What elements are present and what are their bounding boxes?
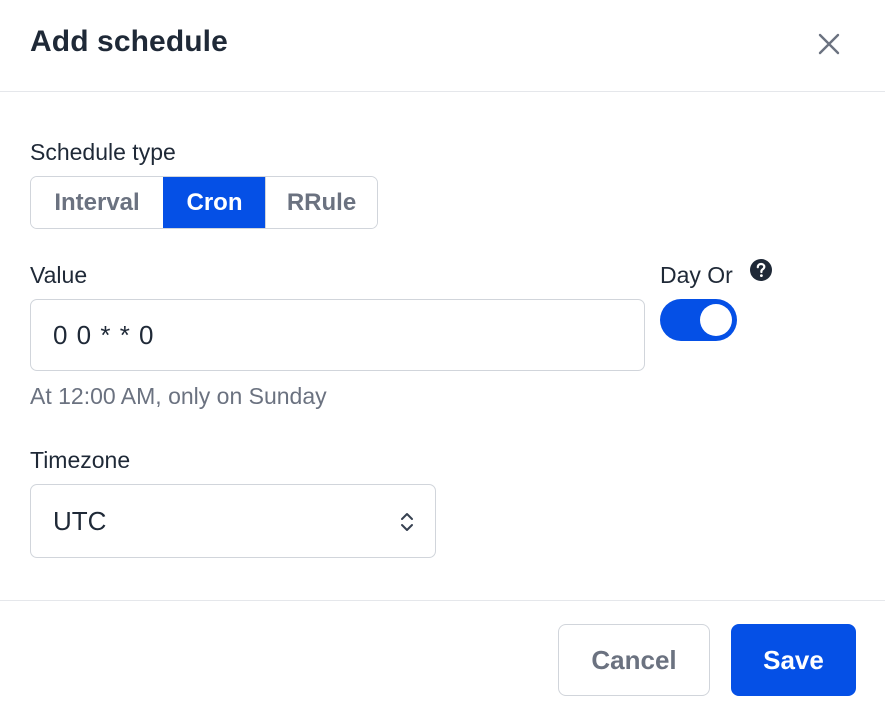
add-schedule-dialog: Add schedule Schedule type Interval Cron… bbox=[0, 0, 885, 710]
chevron-up-down-icon bbox=[401, 513, 413, 531]
dialog-footer: Cancel Save bbox=[0, 600, 885, 710]
schedule-type-interval[interactable]: Interval bbox=[31, 177, 163, 228]
schedule-type-label: Schedule type bbox=[30, 139, 176, 165]
day-or-label: Day Or bbox=[660, 262, 733, 288]
cancel-button[interactable]: Cancel bbox=[558, 624, 710, 696]
cron-value-input[interactable]: 0 0 * * 0 bbox=[30, 299, 645, 371]
close-button[interactable] bbox=[812, 27, 846, 61]
dialog-header: Add schedule bbox=[0, 0, 885, 92]
schedule-type-cron[interactable]: Cron bbox=[163, 177, 265, 228]
close-icon bbox=[818, 33, 840, 55]
toggle-knob bbox=[700, 304, 732, 336]
cron-description: At 12:00 AM, only on Sunday bbox=[30, 383, 327, 409]
timezone-selected-value: UTC bbox=[53, 505, 107, 536]
question-circle-icon[interactable] bbox=[749, 258, 773, 282]
timezone-label: Timezone bbox=[30, 447, 131, 473]
save-button[interactable]: Save bbox=[731, 624, 856, 696]
schedule-type-segmented-control: Interval Cron RRule bbox=[30, 176, 378, 229]
day-or-toggle[interactable] bbox=[660, 299, 737, 341]
schedule-type-rrule[interactable]: RRule bbox=[265, 177, 377, 228]
value-label: Value bbox=[30, 262, 88, 288]
dialog-title: Add schedule bbox=[30, 25, 228, 58]
timezone-select[interactable]: UTC bbox=[30, 484, 436, 558]
